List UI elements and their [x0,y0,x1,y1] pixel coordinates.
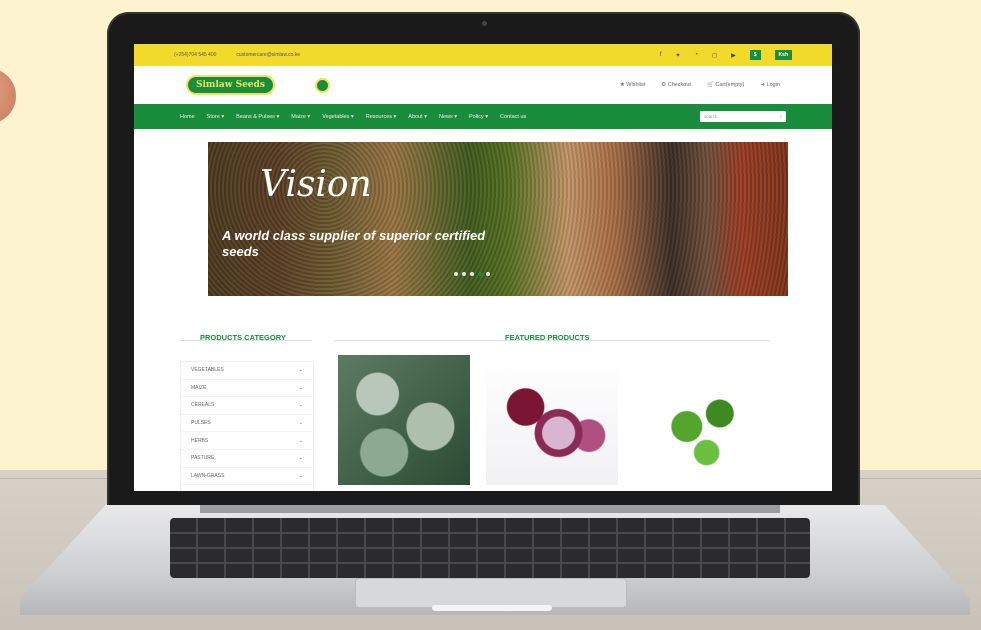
nav-store[interactable]: Store ▾ [207,114,224,120]
category-list: VEGETABLES ⌄ MAIZE ⌄ CEREALS ⌄ PULSES ⌄ HERB… [180,361,314,491]
carousel-dot[interactable] [486,272,490,276]
search-icon[interactable]: ⌕ [779,114,782,119]
category-item-cereals[interactable]: CEREALS ⌄ [181,397,313,415]
category-item-maize[interactable]: MAIZE ⌄ [181,380,313,398]
hero-banner[interactable]: Vision A world class supplier of superio… [208,142,788,296]
carousel-dot[interactable] [470,272,474,276]
banner-tagline: A world class supplier of superior certi… [222,228,486,259]
nav-contact[interactable]: Contact us [500,114,526,120]
twitter-icon[interactable]: ✦ [676,52,681,59]
featured-product-onion[interactable] [486,355,618,485]
nav-news[interactable]: News ▾ [439,114,457,120]
carousel-dot-active[interactable] [478,272,482,276]
certification-badge [314,77,330,93]
category-item-pulses[interactable]: PULSES ⌄ [181,415,313,433]
site-logo[interactable]: Simlaw Seeds [186,75,275,95]
divider [334,340,770,341]
category-item-lawn-grass[interactable]: LAWN-GRASS ⌄ [181,468,313,486]
nav-maize[interactable]: Maize ▾ [291,114,310,120]
chevron-down-icon: ⌄ [298,455,303,462]
trackpad [355,578,627,608]
youtube-icon[interactable]: ▶ [731,52,736,59]
chevron-down-icon: ⌄ [298,420,303,427]
chevron-down-icon: ⌄ [298,367,303,374]
featured-product-cabbage[interactable] [338,355,470,485]
chevron-down-icon: ⌄ [298,384,303,391]
email-address[interactable]: customercare@simlaw.co.ke [236,52,300,58]
laptop-hinge [200,505,780,513]
login-link[interactable]: ➜ Login [760,82,780,88]
search-input[interactable]: search ⌕ [700,111,786,122]
carousel-dot[interactable] [454,272,458,276]
nav-policy[interactable]: Policy ▾ [469,114,488,120]
category-item-vegetables[interactable]: VEGETABLES ⌄ [181,362,313,380]
nav-resources[interactable]: Resources ▾ [366,114,397,120]
header-links: ★ Wishlist ⚙ Checkout 🛒 Cart(empty) ➜ Lo… [620,82,780,88]
wishlist-link[interactable]: ★ Wishlist [620,82,645,88]
instagram-icon[interactable]: ◻ [712,52,717,59]
chevron-down-icon: ⌄ [298,402,303,409]
currency-ksh[interactable]: Ksh [774,50,792,60]
nav-home[interactable]: Home [180,114,195,120]
keyboard [170,518,810,578]
phone-number[interactable]: (+254)704 545 400 [174,52,216,58]
currency-usd[interactable]: $ [749,50,761,60]
nav-about[interactable]: About ▾ [408,114,427,120]
carousel-dots [454,272,490,276]
main-nav: Home Store ▾ Beans & Pulses ▾ Maize ▾ Ve… [134,104,832,129]
cart-link[interactable]: 🛒 Cart(empty) [707,82,744,88]
top-info-bar: (+254)704 545 400 customercare@simlaw.co… [134,44,832,66]
laptop-lid: (+254)704 545 400 customercare@simlaw.co… [107,12,860,512]
category-item-herbs[interactable]: HERBS ⌄ [181,432,313,450]
nav-vegetables[interactable]: Vegetables ▾ [322,114,354,120]
featured-product-peas[interactable] [634,355,766,485]
chevron-down-icon: ⌄ [298,437,303,444]
banner-heading: Vision [260,164,372,205]
facebook-icon[interactable]: f [660,52,662,58]
site-header: Simlaw Seeds ★ Wishlist ⚙ Checkout 🛒 Car… [134,66,832,104]
laptop-screen: (+254)704 545 400 customercare@simlaw.co… [134,44,832,491]
chevron-down-icon: ⌄ [298,472,303,479]
checkout-link[interactable]: ⚙ Checkout [661,82,691,88]
webcam [482,21,487,26]
laptop-front-lip [432,605,552,611]
nav-beans-pulses[interactable]: Beans & Pulses ▾ [236,114,279,120]
category-item-pasture[interactable]: PASTURE ⌄ [181,450,313,468]
whatsapp-icon[interactable]: ◔ [695,52,699,58]
carousel-dot[interactable] [462,272,466,276]
divider [180,340,312,341]
